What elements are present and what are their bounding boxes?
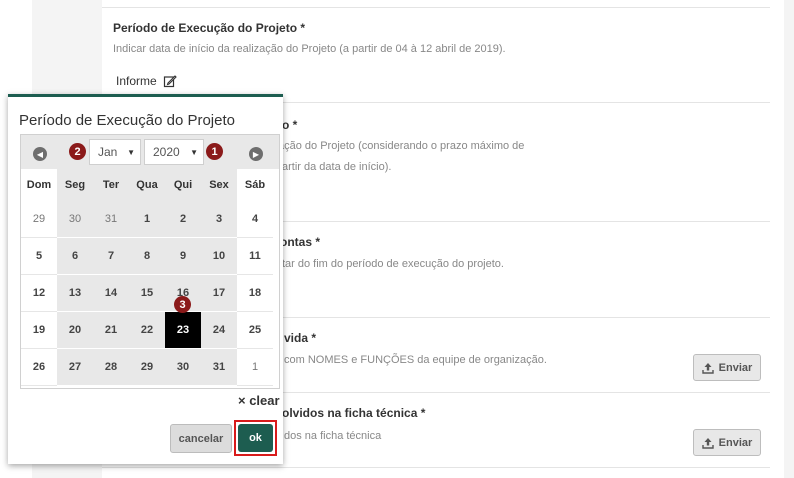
month-select[interactable]: Jan ▼: [89, 139, 141, 165]
calendar-day[interactable]: 10: [201, 238, 237, 275]
calendar-day[interactable]: 30: [57, 201, 93, 238]
weekday-header: Qui: [165, 169, 201, 201]
calendar-day[interactable]: 1: [237, 349, 273, 386]
calendar-day[interactable]: 22: [129, 312, 165, 349]
calendar-day[interactable]: 30: [165, 349, 201, 386]
enviar-label: Enviar: [718, 436, 753, 449]
field-desc-2b: artir da data de início).: [282, 161, 392, 173]
calendar-day[interactable]: 8: [129, 238, 165, 275]
calendar-day[interactable]: 31: [201, 349, 237, 386]
calendar-day[interactable]: 25: [237, 312, 273, 349]
calendar-day[interactable]: 20: [57, 312, 93, 349]
informe-button[interactable]: Informe: [116, 74, 177, 88]
field-desc-5: dos na ficha técnica: [284, 430, 382, 442]
field-desc-2a: ação do Projeto (considerando o prazo má…: [278, 140, 525, 152]
enviar-label: Enviar: [718, 361, 753, 374]
calendar-day[interactable]: 1: [129, 201, 165, 238]
divider: [102, 7, 770, 8]
prev-month-button[interactable]: ◀: [33, 147, 47, 161]
calendar-day[interactable]: 14: [93, 275, 129, 312]
calendar-day[interactable]: 5: [21, 238, 57, 275]
enviar-button[interactable]: Enviar: [693, 354, 761, 381]
field-title-3: ontas *: [280, 235, 321, 249]
year-select[interactable]: 2020 ▼: [144, 139, 204, 165]
calendar-header: ◀ 2 Jan ▼ 2020 ▼ 1 ▶: [21, 135, 279, 169]
calendar-day[interactable]: 17: [201, 275, 237, 312]
calendar-day[interactable]: 28: [93, 349, 129, 386]
edit-icon: [163, 75, 177, 88]
calendar-day-selected[interactable]: 23: [165, 312, 201, 349]
upload-icon: [701, 362, 714, 374]
calendar-day[interactable]: 31: [93, 201, 129, 238]
next-month-button[interactable]: ▶: [249, 147, 263, 161]
calendar-day[interactable]: 24: [201, 312, 237, 349]
cancel-button[interactable]: cancelar: [170, 424, 232, 453]
year-select-value: 2020: [153, 145, 180, 159]
calendar-day[interactable]: 11: [237, 238, 273, 275]
field-desc-3: tar do fim do período de execução do pro…: [282, 258, 504, 270]
calendar-day[interactable]: 29: [129, 349, 165, 386]
ok-button[interactable]: ok: [238, 424, 273, 452]
step-badge-3: 3: [174, 296, 191, 313]
chevron-down-icon: ▼: [127, 148, 135, 157]
chevron-down-icon: ▼: [190, 148, 198, 157]
calendar-day[interactable]: 27: [57, 349, 93, 386]
field-title-5: olvidos na ficha técnica *: [282, 406, 426, 420]
field-desc-periodo: Indicar data de início da realização do …: [113, 43, 506, 55]
ok-highlight: ok: [234, 420, 277, 456]
calendar-day[interactable]: 29: [21, 201, 57, 238]
clear-link[interactable]: × clear: [238, 393, 280, 408]
picker-title: Período de Execução do Projeto: [19, 112, 235, 129]
calendar-day[interactable]: 12: [21, 275, 57, 312]
weekday-header: Qua: [129, 169, 165, 201]
field-desc-4: com NOMES e FUNÇÕES da equipe de organiz…: [284, 354, 547, 366]
field-title-4: vida *: [284, 331, 317, 345]
calendar-day[interactable]: 4: [237, 201, 273, 238]
upload-icon: [701, 437, 714, 449]
weekday-header: Sex: [201, 169, 237, 201]
calendar-day[interactable]: 15: [129, 275, 165, 312]
informe-label: Informe: [116, 74, 157, 88]
step-badge-1: 1: [206, 143, 223, 160]
enviar-button[interactable]: Enviar: [693, 429, 761, 456]
calendar-day[interactable]: 19: [21, 312, 57, 349]
date-picker-popup: Período de Execução do Projeto ◀ 2 Jan ▼…: [8, 94, 283, 464]
calendar-day[interactable]: 21: [93, 312, 129, 349]
calendar-day[interactable]: 2: [165, 201, 201, 238]
calendar-day[interactable]: 13: [57, 275, 93, 312]
calendar-day[interactable]: 9: [165, 238, 201, 275]
divider: [102, 467, 770, 468]
weekday-header: Dom: [21, 169, 57, 201]
calendar-day[interactable]: 6: [57, 238, 93, 275]
calendar: ◀ 2 Jan ▼ 2020 ▼ 1 ▶ Dom Seg Ter Qua Qui Sex S…: [20, 134, 280, 389]
weekday-header: Ter: [93, 169, 129, 201]
calendar-day[interactable]: 26: [21, 349, 57, 386]
weekday-header: Seg: [57, 169, 93, 201]
field-title-periodo: Período de Execução do Projeto *: [113, 21, 306, 35]
step-badge-2: 2: [69, 143, 86, 160]
month-select-value: Jan: [98, 145, 118, 159]
calendar-day[interactable]: 18: [237, 275, 273, 312]
calendar-day[interactable]: 7: [93, 238, 129, 275]
calendar-day[interactable]: 3: [201, 201, 237, 238]
weekday-header: Sáb: [237, 169, 273, 201]
right-gutter: [784, 0, 794, 478]
